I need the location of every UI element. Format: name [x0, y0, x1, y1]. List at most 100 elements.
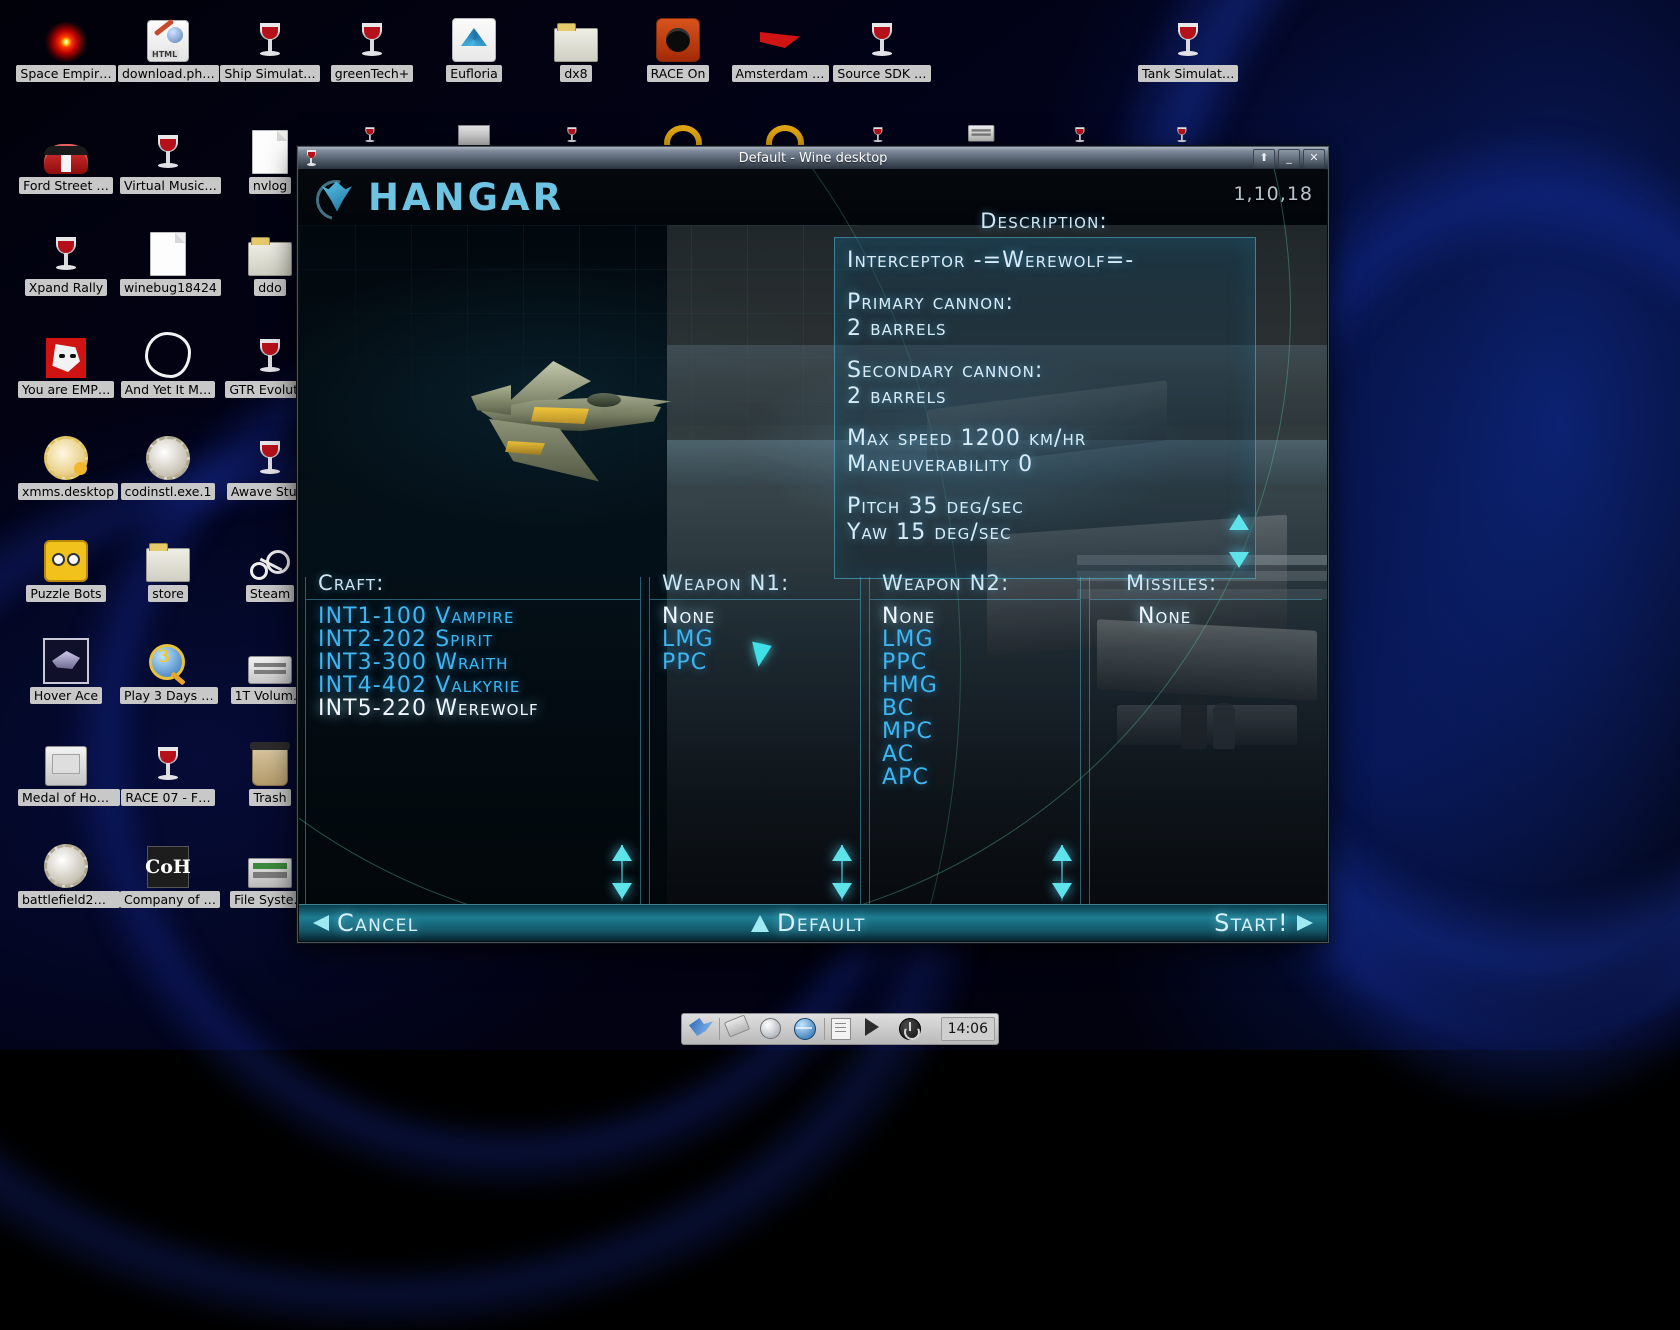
- desktop-icon-label: xmms.desktop: [18, 483, 119, 500]
- missiles-option-selected[interactable]: None: [1136, 605, 1316, 628]
- desktop-icon[interactable]: 3 Play 3 Days …: [120, 632, 218, 708]
- desktop-icon[interactable]: codinstl.exe.1: [120, 428, 216, 504]
- scroll-down-arrow[interactable]: [1052, 883, 1072, 899]
- desktop-icon[interactable]: You are EMP…: [18, 326, 115, 402]
- xmms-gear-icon: [18, 428, 114, 480]
- globe-icon[interactable]: [790, 1016, 822, 1042]
- description-scroll-arrows[interactable]: [1229, 514, 1249, 570]
- desktop-icon[interactable]: Virtual Music…: [120, 122, 221, 198]
- desktop-icon[interactable]: Hover Ace: [18, 632, 114, 708]
- weapon-n2-option[interactable]: LMG: [880, 628, 1074, 651]
- desktop-icon[interactable]: winebug18424: [120, 224, 221, 300]
- taskbar-clock[interactable]: 14:06: [940, 1017, 995, 1041]
- wine-glass-icon: [120, 122, 216, 174]
- weapon-n2-option[interactable]: BC: [880, 697, 1074, 720]
- column-header: Missiles:: [1126, 571, 1218, 595]
- desktop-icon[interactable]: Puzzle Bots: [18, 530, 114, 606]
- close-button[interactable]: ✕: [1303, 148, 1325, 168]
- scroll-down-arrow[interactable]: [612, 883, 632, 899]
- desktop-icon-label: Virtual Music…: [120, 177, 221, 194]
- start-button-label: Start!: [1214, 909, 1289, 937]
- desktop-icon[interactable]: greenTech+: [322, 10, 422, 86]
- scroll-down-arrow[interactable]: [832, 883, 852, 899]
- desktop-icon[interactable]: xmms.desktop: [18, 428, 119, 504]
- minimize-button[interactable]: _: [1278, 148, 1300, 168]
- scroll-up-arrow[interactable]: [612, 845, 632, 861]
- folder-icon: [120, 530, 216, 582]
- scroll-up-arrow[interactable]: [1229, 514, 1249, 530]
- cancel-button[interactable]: Cancel: [313, 909, 419, 937]
- desktop-icon[interactable]: Medal of Hon…: [18, 734, 120, 810]
- ship-preview-model: [461, 345, 721, 495]
- craft-option[interactable]: INT2-202 Spirit: [316, 628, 634, 651]
- taskbar[interactable]: 14:06: [681, 1013, 999, 1045]
- game-viewport[interactable]: HANGAR 1,10,18 Description: Interceptor …: [299, 169, 1327, 941]
- default-button[interactable]: Default: [751, 909, 866, 937]
- desktop-icon[interactable]: Ford Street …: [18, 122, 114, 198]
- power-icon[interactable]: [895, 1016, 927, 1042]
- left-arrow-icon: [313, 915, 329, 931]
- weapon-n1-option-selected[interactable]: None: [660, 605, 854, 628]
- window-titlebar[interactable]: Default - Wine desktop ⬆ _ ✕: [298, 147, 1328, 170]
- eraser-icon[interactable]: [722, 1014, 754, 1042]
- wine-swallow-launcher-icon[interactable]: [685, 1016, 717, 1042]
- desktop-icon-label: Eufloria: [446, 65, 502, 82]
- hover-ace-icon: [18, 632, 114, 684]
- desktop-icon[interactable]: Xpand Rally: [18, 224, 114, 300]
- race-on-icon: [628, 10, 728, 62]
- hangar-logo-text: HANGAR: [368, 176, 565, 219]
- desktop-icon-label: RACE On: [646, 65, 710, 82]
- desktop-icon[interactable]: Tank Simulat…: [1138, 10, 1239, 86]
- magnifier-3-icon: 3: [120, 632, 216, 686]
- puzzle-robot-icon: [18, 530, 114, 582]
- gray-circle-icon[interactable]: [756, 1016, 788, 1042]
- weapon-n2-option[interactable]: APC: [880, 766, 1074, 789]
- coh-icon: CoH: [120, 836, 216, 888]
- weapon-n2-scroll-arrows[interactable]: [1052, 845, 1072, 901]
- restore-button[interactable]: ⬆: [1253, 148, 1275, 168]
- scroll-down-arrow[interactable]: [1229, 552, 1249, 568]
- column-weapon-n1[interactable]: Weapon N1: None LMG PPC: [649, 571, 861, 907]
- start-button[interactable]: Start!: [1214, 909, 1313, 937]
- column-header: Weapon N2:: [882, 571, 1010, 595]
- description-line: Max speed 1200 km/hr: [847, 426, 1087, 451]
- desktop-icon[interactable]: RACE On: [628, 10, 728, 86]
- weapon-n2-option-list[interactable]: None LMG PPC HMG BC MPC AC APC: [880, 605, 1074, 789]
- scroll-up-arrow[interactable]: [1052, 845, 1072, 861]
- weapon-n2-option[interactable]: HMG: [880, 674, 1074, 697]
- window-title: Default - Wine desktop: [738, 150, 888, 166]
- play-icon[interactable]: [861, 1016, 893, 1042]
- column-weapon-n2[interactable]: Weapon N2: None LMG PPC HMG BC MPC AC AP…: [869, 571, 1081, 907]
- craft-option[interactable]: INT4-402 Valkyrie: [316, 674, 634, 697]
- missiles-option-list[interactable]: None: [1136, 605, 1316, 628]
- craft-option[interactable]: INT3-300 Wraith: [316, 651, 634, 674]
- desktop-icon[interactable]: dx8: [526, 10, 626, 86]
- desktop-icon[interactable]: Eufloria: [424, 10, 524, 86]
- column-missiles[interactable]: Missiles: None: [1089, 571, 1322, 907]
- craft-option-list[interactable]: INT1-100 Vampire INT2-202 Spirit INT3-30…: [316, 605, 634, 720]
- desktop-icon[interactable]: CoH Company of …: [120, 836, 220, 912]
- craft-option-selected[interactable]: INT5-220 Werewolf: [316, 697, 634, 720]
- desktop-icon[interactable]: store: [120, 530, 216, 606]
- wine-desktop-window[interactable]: Default - Wine desktop ⬆ _ ✕ HANGAR 1,10…: [297, 146, 1329, 943]
- weapon-n2-option[interactable]: PPC: [880, 651, 1074, 674]
- notes-icon[interactable]: [827, 1016, 859, 1042]
- weapon-n2-option[interactable]: MPC: [880, 720, 1074, 743]
- craft-scroll-arrows[interactable]: [612, 845, 632, 901]
- empire-face-icon: [18, 326, 114, 378]
- weapon-n2-option[interactable]: AC: [880, 743, 1074, 766]
- desktop-icon[interactable]: RACE 07 - F…: [120, 734, 216, 810]
- desktop-icon[interactable]: battlefield2%…: [18, 836, 120, 912]
- hangar-logo: HANGAR: [308, 171, 565, 228]
- weapon-n1-scroll-arrows[interactable]: [832, 845, 852, 901]
- wine-glass-icon: [832, 10, 932, 62]
- column-craft[interactable]: Craft: INT1-100 Vampire INT2-202 Spirit …: [305, 571, 641, 907]
- desktop-icon[interactable]: Source SDK …: [832, 10, 932, 86]
- scroll-up-arrow[interactable]: [832, 845, 852, 861]
- weapon-n2-option-selected[interactable]: None: [880, 605, 1074, 628]
- desktop-icon[interactable]: Amsterdam …: [730, 10, 830, 86]
- desktop-icon-label: Medal of Hon…: [18, 789, 120, 806]
- craft-option[interactable]: INT1-100 Vampire: [316, 605, 634, 628]
- desktop-icon-label: RACE 07 - F…: [121, 789, 215, 806]
- desktop-icon[interactable]: And Yet It M…: [120, 326, 216, 402]
